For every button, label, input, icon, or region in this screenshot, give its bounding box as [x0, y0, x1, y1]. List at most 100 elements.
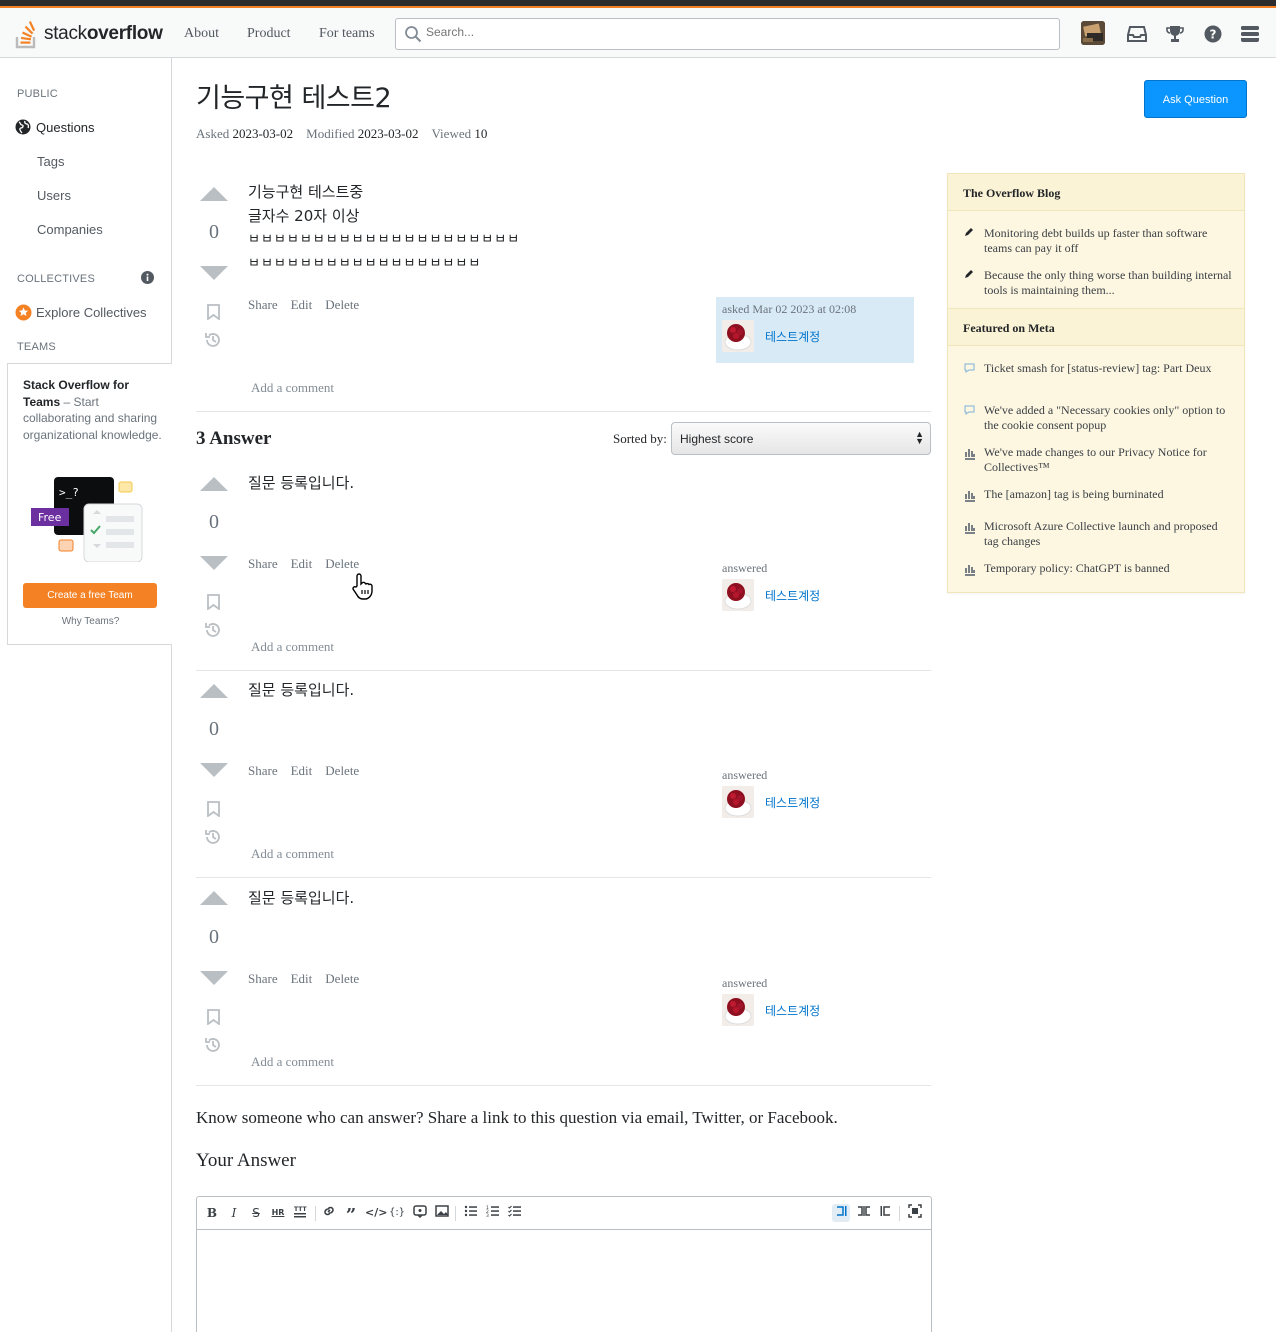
downvote-button[interactable]	[200, 763, 228, 777]
meta-item-link[interactable]: We've added a "Necessary cookies only" o…	[984, 403, 1234, 433]
bookmark-icon[interactable]	[207, 801, 220, 817]
author-name-link[interactable]: 테스트계정	[765, 794, 820, 811]
search-input[interactable]	[426, 25, 1026, 39]
sort-select[interactable]: Highest score ▲ ▼	[671, 422, 931, 455]
bold-icon[interactable]: B	[203, 1204, 221, 1222]
upvote-button[interactable]	[200, 187, 228, 201]
help-icon[interactable]: ?	[1204, 25, 1222, 43]
downvote-button[interactable]	[200, 266, 228, 280]
stackoverflow-logo-icon	[15, 21, 36, 49]
horizontal-rule-icon[interactable]: TTT	[291, 1204, 309, 1222]
edit-link[interactable]: Edit	[291, 297, 313, 312]
user-avatar[interactable]	[1081, 21, 1105, 45]
sidebar-teams-heading: TEAMS	[17, 341, 56, 353]
preview-left-icon[interactable]	[832, 1204, 850, 1222]
author-name-link[interactable]: 테스트계정	[765, 328, 820, 345]
meta-item-link[interactable]: We've made changes to our Privacy Notice…	[984, 445, 1234, 475]
link-icon[interactable]	[320, 1204, 338, 1222]
meta-item-link[interactable]: Microsoft Azure Collective launch and pr…	[984, 519, 1234, 549]
fullscreen-icon[interactable]	[906, 1204, 924, 1222]
ask-question-button[interactable]: Ask Question	[1144, 80, 1247, 118]
site-logo[interactable]: stackoverflow	[14, 18, 163, 50]
task-list-icon[interactable]	[506, 1204, 524, 1222]
bullet-list-icon[interactable]	[462, 1204, 480, 1222]
answer-actions: Share Edit Delete	[248, 971, 372, 987]
preview-split-icon[interactable]	[855, 1204, 873, 1222]
blog-item-link[interactable]: Monitoring debt builds up faster than so…	[984, 226, 1234, 256]
modified-value[interactable]: 2023-03-02	[358, 126, 419, 141]
add-comment-link[interactable]: Add a comment	[251, 380, 334, 396]
answer-body: 질문 등록입니다.	[248, 474, 355, 492]
author-name-link[interactable]: 테스트계정	[765, 587, 820, 604]
code-block-icon[interactable]: {:}	[388, 1204, 406, 1222]
snippet-icon[interactable]	[411, 1204, 429, 1222]
downvote-button[interactable]	[200, 971, 228, 985]
author-avatar[interactable]	[722, 579, 754, 611]
history-icon[interactable]	[204, 331, 222, 349]
meta-item-link[interactable]: Temporary policy: ChatGPT is banned	[984, 561, 1234, 576]
answered-label: answered	[722, 561, 768, 575]
inbox-icon[interactable]	[1127, 25, 1147, 43]
search-box[interactable]	[395, 18, 1060, 50]
blog-item-link[interactable]: Because the only thing worse than buildi…	[984, 268, 1234, 298]
question-title[interactable]: 기능구현 테스트2	[196, 76, 392, 115]
toolbar-separator	[899, 1206, 900, 1221]
your-answer-heading: Your Answer	[196, 1150, 296, 1171]
heading-icon[interactable]: HR	[269, 1204, 287, 1222]
history-icon[interactable]	[204, 621, 222, 639]
author-name-link[interactable]: 테스트계정	[765, 1002, 820, 1019]
nav-for-teams[interactable]: For teams	[319, 26, 375, 42]
downvote-button[interactable]	[200, 556, 228, 570]
teams-illustration-prompt: >_?	[59, 486, 79, 499]
history-icon[interactable]	[204, 1036, 222, 1054]
italic-icon[interactable]: I	[225, 1204, 243, 1222]
share-link[interactable]: Share	[248, 971, 278, 986]
sidebar-item-explore-collectives[interactable]: Explore Collectives	[36, 305, 147, 320]
bookmark-icon[interactable]	[207, 304, 220, 320]
nav-about[interactable]: About	[184, 26, 219, 42]
sidebar-item-users[interactable]: Users	[37, 188, 71, 203]
edit-link[interactable]: Edit	[291, 971, 313, 986]
meta-item-link[interactable]: The [amazon] tag is being burninated	[984, 487, 1234, 502]
share-link[interactable]: Share	[248, 556, 278, 571]
edit-link[interactable]: Edit	[291, 556, 313, 571]
delete-link[interactable]: Delete	[325, 297, 359, 312]
code-icon[interactable]: </>	[365, 1204, 387, 1222]
info-icon[interactable]	[141, 271, 154, 284]
delete-link[interactable]: Delete	[325, 971, 359, 986]
create-free-team-button[interactable]: Create a free Team	[23, 583, 157, 608]
bookmark-icon[interactable]	[207, 1009, 220, 1025]
strikethrough-icon[interactable]: S	[247, 1204, 265, 1222]
image-icon[interactable]	[433, 1204, 451, 1222]
upvote-button[interactable]	[200, 477, 228, 491]
bookmark-icon[interactable]	[207, 594, 220, 610]
sidebar-item-tags[interactable]: Tags	[37, 154, 64, 169]
author-avatar[interactable]	[722, 320, 754, 352]
add-comment-link[interactable]: Add a comment	[251, 846, 334, 862]
upvote-button[interactable]	[200, 684, 228, 698]
meta-item-link[interactable]: Ticket smash for [status-review] tag: Pa…	[984, 361, 1234, 376]
sidebar-public-heading: PUBLIC	[17, 88, 58, 100]
author-avatar[interactable]	[722, 786, 754, 818]
achievements-trophy-icon[interactable]	[1166, 25, 1184, 43]
logo-wordmark: stackoverflow	[44, 23, 163, 45]
delete-link[interactable]: Delete	[325, 556, 359, 571]
share-link[interactable]: Share	[248, 763, 278, 778]
stack-exchange-icon	[965, 491, 975, 502]
sidebar-item-companies[interactable]: Companies	[37, 222, 103, 237]
sidebar-item-questions[interactable]: Questions	[36, 120, 95, 135]
edit-link[interactable]: Edit	[291, 763, 313, 778]
history-icon[interactable]	[204, 828, 222, 846]
share-link[interactable]: Share	[248, 297, 278, 312]
preview-right-icon[interactable]	[877, 1204, 895, 1222]
numbered-list-icon[interactable]: 123	[484, 1204, 502, 1222]
nav-product[interactable]: Product	[247, 26, 291, 42]
site-switcher-icon[interactable]	[1241, 25, 1259, 43]
add-comment-link[interactable]: Add a comment	[251, 1054, 334, 1070]
add-comment-link[interactable]: Add a comment	[251, 639, 334, 655]
upvote-button[interactable]	[200, 891, 228, 905]
author-avatar[interactable]	[722, 994, 754, 1026]
why-teams-link[interactable]: Why Teams?	[8, 616, 173, 627]
blockquote-icon[interactable]: ”	[342, 1204, 360, 1226]
delete-link[interactable]: Delete	[325, 763, 359, 778]
